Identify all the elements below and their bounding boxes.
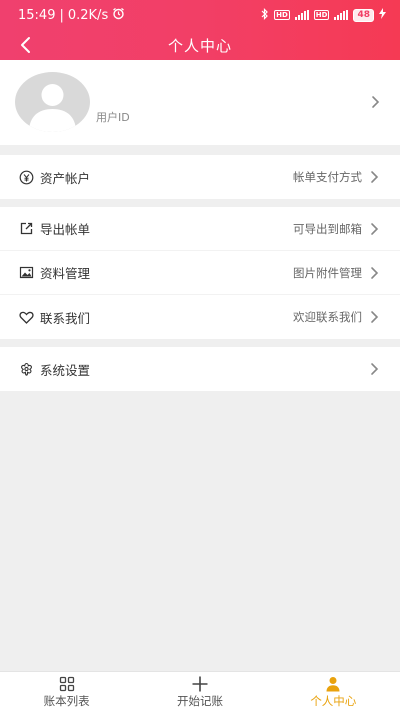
chevron-right-icon bbox=[370, 222, 384, 236]
menu-item-label: 资产帐户 bbox=[40, 170, 91, 186]
menu-item-assets[interactable]: 资产帐户 帐单支付方式 bbox=[0, 155, 400, 199]
plus-icon bbox=[191, 675, 209, 693]
tab-profile[interactable]: 个人中心 bbox=[267, 672, 400, 711]
hd-icon: HD bbox=[274, 10, 290, 20]
export-icon bbox=[18, 221, 34, 237]
heart-icon bbox=[18, 309, 34, 325]
menu-item-hint: 帐单支付方式 bbox=[293, 170, 362, 184]
chevron-right-icon bbox=[370, 310, 384, 324]
default-avatar-icon bbox=[29, 84, 76, 132]
charging-icon bbox=[379, 8, 386, 22]
settings-group-assets: 资产帐户 帐单支付方式 bbox=[0, 155, 400, 199]
menu-item-label: 资料管理 bbox=[40, 266, 91, 281]
nav-bar: 个人中心 bbox=[0, 30, 400, 60]
chevron-right-icon bbox=[370, 362, 384, 376]
tab-book-list[interactable]: 账本列表 bbox=[0, 672, 133, 711]
menu-item-hint: 图片附件管理 bbox=[293, 265, 362, 280]
page-title: 个人中心 bbox=[167, 36, 232, 55]
user-icon bbox=[325, 675, 341, 693]
user-id-label: 用户ID bbox=[96, 111, 130, 124]
settings-group-data: 导出帐单 可导出到邮箱 资料管理 图片附件管理 联系我们 欢迎联系我们 bbox=[0, 207, 400, 339]
hd-icon: HD bbox=[313, 10, 330, 20]
tab-label: 个人中心 bbox=[310, 693, 357, 708]
menu-item-export[interactable]: 导出帐单 可导出到邮箱 bbox=[0, 207, 400, 251]
menu-item-media[interactable]: 资料管理 图片附件管理 bbox=[0, 251, 400, 295]
menu-item-settings[interactable]: 系统设置 bbox=[0, 347, 400, 391]
menu-item-contact[interactable]: 联系我们 欢迎联系我们 bbox=[0, 295, 400, 339]
chevron-left-icon bbox=[21, 37, 30, 53]
bottom-tab-bar: 账本列表 开始记账 个人中心 bbox=[0, 671, 400, 711]
image-icon bbox=[18, 265, 34, 281]
menu-item-label: 系统设置 bbox=[40, 362, 91, 378]
menu-item-label: 导出帐单 bbox=[40, 222, 91, 237]
yuan-icon bbox=[18, 169, 34, 185]
menu-item-hint: 欢迎联系我们 bbox=[293, 310, 362, 324]
header: 15:49 | 0.2K/s HD HD 48 个人中心 bbox=[0, 0, 400, 60]
menu-item-label: 联系我们 bbox=[40, 310, 91, 326]
signal-icon bbox=[334, 10, 349, 20]
chevron-right-icon bbox=[370, 266, 384, 280]
profile-card[interactable]: 用户ID bbox=[0, 60, 400, 145]
network-speed: 0.2K/s bbox=[67, 7, 109, 23]
tab-label: 开始记账 bbox=[176, 693, 223, 708]
flower-settings-icon bbox=[18, 361, 34, 377]
menu-item-hint: 可导出到邮箱 bbox=[293, 221, 362, 236]
chevron-right-icon bbox=[370, 170, 384, 184]
status-bar: 15:49 | 0.2K/s HD HD 48 bbox=[0, 0, 400, 30]
status-separator: | bbox=[59, 7, 64, 23]
avatar[interactable] bbox=[15, 72, 90, 132]
settings-group-system: 系统设置 bbox=[0, 347, 400, 391]
tab-label: 账本列表 bbox=[43, 693, 90, 708]
battery-icon: 48 bbox=[353, 8, 374, 22]
back-button[interactable] bbox=[12, 32, 38, 58]
status-time: 15:49 bbox=[18, 7, 56, 23]
grid-icon bbox=[59, 675, 75, 693]
tab-start-record[interactable]: 开始记账 bbox=[133, 672, 266, 711]
alarm-icon bbox=[112, 7, 125, 24]
bluetooth-icon bbox=[261, 7, 269, 23]
signal-icon bbox=[294, 10, 309, 20]
chevron-right-icon bbox=[371, 94, 380, 113]
